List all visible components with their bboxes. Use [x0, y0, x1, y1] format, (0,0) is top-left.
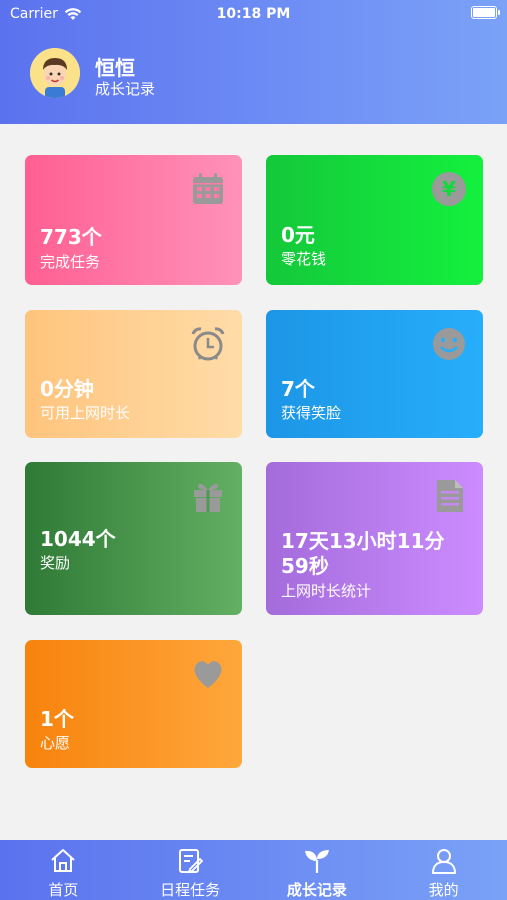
home-icon	[51, 849, 76, 872]
calendar-icon	[193, 173, 223, 204]
gift-icon	[194, 483, 222, 512]
card-rewards[interactable]: 1044个 奖励	[25, 462, 242, 615]
card-completed-tasks[interactable]: 773个 完成任务	[25, 155, 242, 285]
tab-me[interactable]: 我的	[380, 840, 507, 900]
header: Carrier 10:18 PM 恒恒 成长记录	[0, 0, 507, 124]
status-time: 10:18 PM	[216, 6, 291, 22]
tab-label: 首页	[48, 881, 79, 899]
tab-bar: 首页 日程任务 成长记录 我的	[0, 840, 507, 900]
card-value: 1044个	[40, 527, 116, 551]
card-value: 0元	[281, 223, 315, 247]
card-label: 完成任务	[40, 253, 101, 271]
tab-label: 成长记录	[286, 881, 347, 899]
card-label: 奖励	[40, 554, 71, 572]
heart-icon	[194, 661, 222, 688]
sprout-icon	[304, 850, 329, 873]
card-label: 零花钱	[281, 250, 327, 268]
tab-label: 日程任务	[160, 881, 221, 899]
profile-subtitle: 成长记录	[95, 80, 156, 98]
tab-growth-record[interactable]: 成长记录	[254, 840, 381, 900]
tab-label: 我的	[428, 881, 459, 899]
document-icon	[437, 480, 463, 512]
profile-name: 恒恒	[95, 56, 135, 80]
battery-icon	[471, 6, 500, 19]
alarm-clock-icon	[191, 327, 225, 361]
card-value: 7个	[281, 377, 315, 401]
card-label: 心愿	[40, 734, 71, 752]
card-smiles[interactable]: 7个 获得笑脸	[266, 310, 483, 438]
edit-icon	[179, 849, 204, 874]
avatar[interactable]	[30, 48, 80, 98]
card-label: 可用上网时长	[40, 404, 131, 422]
status-bar: Carrier 10:18 PM	[0, 0, 507, 28]
card-value-line1: 17天13小时11分	[281, 529, 445, 553]
svg-text:¥: ¥	[442, 177, 456, 201]
card-label: 获得笑脸	[281, 404, 342, 422]
card-label: 上网时长统计	[281, 582, 372, 600]
card-value: 0分钟	[40, 377, 94, 401]
card-value: 773个	[40, 225, 102, 249]
tab-home[interactable]: 首页	[0, 840, 127, 900]
card-pocket-money[interactable]: ¥ 0元 零花钱	[266, 155, 483, 285]
smiley-icon	[433, 328, 465, 360]
card-available-online-time[interactable]: 0分钟 可用上网时长	[25, 310, 242, 438]
card-online-time-stats[interactable]: 17天13小时11分 59秒 上网时长统计	[266, 462, 483, 615]
tab-schedule-tasks[interactable]: 日程任务	[127, 840, 254, 900]
card-value-line2: 59秒	[281, 554, 329, 578]
card-wishes[interactable]: 1个 心愿	[25, 640, 242, 768]
card-value: 1个	[40, 707, 74, 731]
person-icon	[431, 849, 456, 874]
money-icon: ¥	[432, 172, 466, 206]
